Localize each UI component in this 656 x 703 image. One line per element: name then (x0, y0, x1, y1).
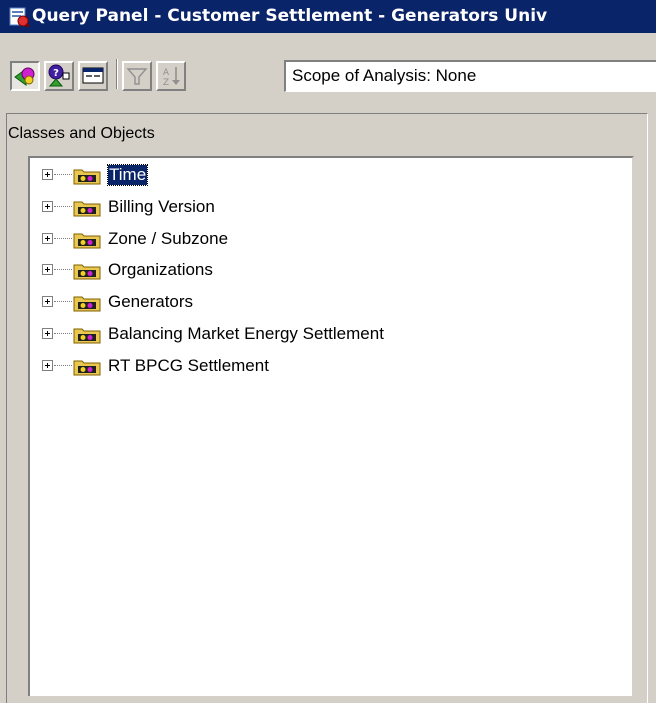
svg-text:Z: Z (163, 78, 169, 88)
filter-button[interactable] (122, 61, 152, 91)
tree-connector (54, 174, 72, 175)
tree-connector (54, 269, 72, 270)
tree-connector (54, 365, 72, 366)
window-icon (82, 67, 104, 84)
tree-connector (54, 206, 72, 207)
sort-icon: A Z (163, 67, 180, 88)
tree-item-label: Time (106, 164, 149, 186)
expand-plus-icon[interactable] (42, 233, 53, 244)
filter-icon (126, 68, 148, 85)
svg-text:?: ? (53, 68, 59, 79)
tree-item-time[interactable]: Time (30, 164, 590, 188)
class-folder-icon (73, 296, 101, 312)
class-folder-icon (73, 201, 101, 217)
tree-item-label: RT BPCG Settlement (108, 356, 269, 375)
sort-button[interactable]: A Z (156, 61, 186, 91)
tree-item-label: Billing Version (108, 197, 215, 216)
expand-plus-icon[interactable] (42, 360, 53, 371)
classes-objects-icon (14, 67, 35, 86)
panel-label: Classes and Objects (8, 125, 155, 142)
tree-item-label: Generators (108, 292, 194, 311)
tree-item-organizations[interactable]: Organizations (30, 259, 590, 283)
tree-item-label: Balancing Market Energy Settlement (108, 324, 384, 343)
classes-tree[interactable]: Time Billing Version Zone / Subzone Orga… (28, 156, 634, 696)
expand-plus-icon[interactable] (42, 328, 53, 339)
tree-connector (54, 238, 72, 239)
tree-item-rt-bpcg-settlement[interactable]: RT BPCG Settlement (30, 355, 590, 379)
expand-plus-icon[interactable] (42, 264, 53, 275)
class-folder-icon (73, 169, 101, 185)
classes-objects-button[interactable] (10, 61, 40, 91)
tree-item-generators[interactable]: Generators (30, 291, 590, 315)
title-bar[interactable]: Query Panel - Customer Settlement - Gene… (0, 0, 656, 33)
class-folder-icon (73, 264, 101, 280)
sql-view-button[interactable] (78, 61, 108, 91)
tree-item-zone-subzone[interactable]: Zone / Subzone (30, 228, 590, 252)
predefined-conditions-button[interactable]: ? (44, 61, 74, 91)
window-title: Query Panel - Customer Settlement - Gene… (32, 6, 548, 26)
tree-connector (54, 301, 72, 302)
tree-item-label: Zone / Subzone (108, 229, 229, 248)
predefined-conditions-icon: ? (48, 64, 70, 87)
toolbar-separator (116, 59, 118, 89)
query-panel-app-icon (9, 7, 29, 27)
tree-connector (54, 333, 72, 334)
svg-text:A: A (163, 68, 170, 78)
expand-plus-icon[interactable] (42, 201, 53, 212)
class-folder-icon (73, 328, 101, 344)
tree-item-label: Organizations (108, 260, 213, 279)
class-folder-icon (73, 360, 101, 376)
class-folder-icon (73, 233, 101, 249)
expand-plus-icon[interactable] (42, 296, 53, 307)
scope-of-analysis-field[interactable]: Scope of Analysis: None (284, 60, 656, 92)
tree-item-billing-version[interactable]: Billing Version (30, 196, 590, 220)
tree-item-balancing-market-energy-settlement[interactable]: Balancing Market Energy Settlement (30, 323, 590, 347)
toolbar: ? A Z Scope of Analysis: None (0, 33, 656, 119)
expand-plus-icon[interactable] (42, 169, 53, 180)
